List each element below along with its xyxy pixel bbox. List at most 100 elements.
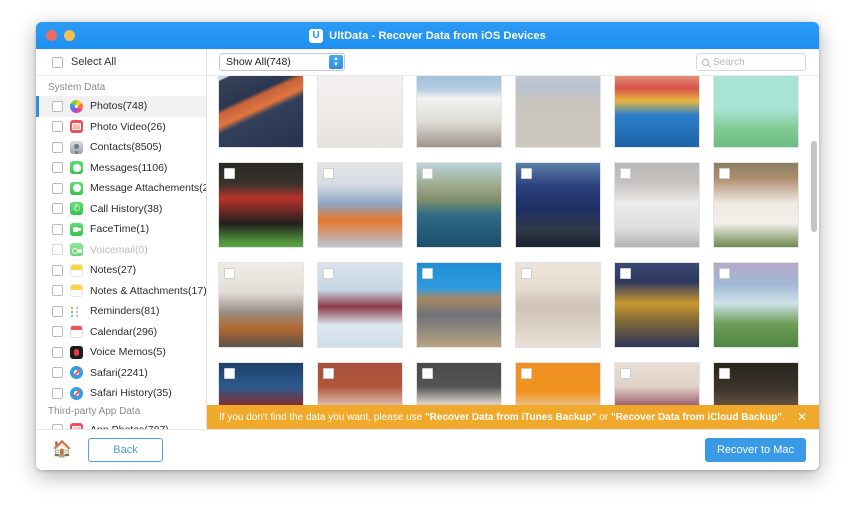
photo-checkbox[interactable]	[422, 268, 433, 279]
photo-thumbnail[interactable]	[515, 162, 601, 248]
sidebar-item-contacts-8505[interactable]: Contacts(8505)	[36, 137, 206, 158]
photo-thumbnail[interactable]	[416, 262, 502, 348]
stepper-updown-icon[interactable]: ▲ ▼	[329, 55, 343, 69]
sidebar-item-call-history-38[interactable]: Call History(38)	[36, 199, 206, 220]
sidebar-item-voice-memos-5[interactable]: Voice Memos(5)	[36, 342, 206, 363]
sidebar-item-label: Message Attachements(26)	[90, 182, 206, 195]
sidebar-item-checkbox[interactable]	[52, 367, 63, 379]
sidebar-item-calendar-296[interactable]: Calendar(296)	[36, 322, 206, 343]
photo-grid	[207, 76, 810, 429]
photo-thumbnail[interactable]	[713, 262, 799, 348]
photo-checkbox[interactable]	[719, 168, 730, 179]
photo-thumbnail[interactable]	[218, 76, 304, 148]
home-button[interactable]: 🏠	[36, 442, 88, 458]
sidebar-item-checkbox[interactable]	[52, 285, 63, 297]
sidebar-item-notes-27[interactable]: Notes(27)	[36, 260, 206, 281]
sidebar-item-checkbox[interactable]	[52, 264, 63, 276]
close-window-button[interactable]	[46, 30, 57, 41]
search-box[interactable]	[696, 53, 806, 71]
sidebar-item-messages-1106[interactable]: Messages(1106)	[36, 158, 206, 179]
sidebar-item-facetime-1[interactable]: FaceTime(1)	[36, 219, 206, 240]
sidebar-item-checkbox[interactable]	[52, 387, 63, 399]
sidebar-item-checkbox[interactable]	[52, 121, 63, 133]
sidebar-item-checkbox[interactable]	[52, 141, 63, 153]
photo-checkbox[interactable]	[224, 368, 235, 379]
back-button[interactable]: Back	[88, 438, 163, 462]
sidebar-list[interactable]: System Data Photos(748) Photo Video(26) Con…	[36, 76, 206, 429]
photo-checkbox[interactable]	[521, 168, 532, 179]
sidebar-item-checkbox[interactable]	[52, 182, 63, 194]
photo-checkbox[interactable]	[620, 168, 631, 179]
photo-thumbnail[interactable]	[614, 262, 700, 348]
title-bar: U UltData - Recover Data from iOS Device…	[36, 22, 819, 49]
search-input[interactable]	[713, 56, 793, 68]
sidebar-item-label: Safari History(35)	[90, 387, 172, 400]
sidebar-item-photo-video-26[interactable]: Photo Video(26)	[36, 117, 206, 138]
photo-thumbnail[interactable]	[416, 76, 502, 148]
photo-thumbnail[interactable]	[416, 162, 502, 248]
sidebar-item-checkbox[interactable]	[52, 305, 63, 317]
content-toolbar: Show All(748) ▲ ▼	[207, 49, 819, 76]
banner-text-after: .	[782, 411, 785, 423]
filter-dropdown[interactable]: Show All(748) ▲ ▼	[219, 53, 345, 71]
photo-thumbnail[interactable]	[218, 162, 304, 248]
photo-checkbox[interactable]	[224, 268, 235, 279]
banner-link-icloud[interactable]: "Recover Data from iCloud Backup"	[611, 412, 782, 423]
sidebar-item-checkbox[interactable]	[52, 223, 63, 235]
photo-thumbnail[interactable]	[317, 162, 403, 248]
select-all-checkbox[interactable]	[52, 56, 63, 68]
photo-checkbox[interactable]	[224, 168, 235, 179]
photo-checkbox[interactable]	[422, 168, 433, 179]
sidebar-item-reminders-81[interactable]: Reminders(81)	[36, 301, 206, 322]
minimize-window-button[interactable]	[64, 30, 75, 41]
vertical-scrollbar[interactable]	[811, 78, 817, 427]
photo-checkbox[interactable]	[620, 268, 631, 279]
safari-icon	[70, 366, 83, 380]
sidebar-item-checkbox[interactable]	[52, 424, 63, 429]
info-banner-text: If you don't find the data you want, ple…	[219, 412, 785, 423]
banner-link-itunes[interactable]: "Recover Data from iTunes Backup"	[425, 412, 597, 423]
photo-checkbox[interactable]	[521, 268, 532, 279]
photo-checkbox[interactable]	[719, 368, 730, 379]
photo-checkbox[interactable]	[323, 168, 334, 179]
photo-thumbnail[interactable]	[515, 76, 601, 148]
photo-checkbox[interactable]	[323, 368, 334, 379]
select-all-row[interactable]: Select All	[36, 49, 206, 76]
sidebar-item-checkbox[interactable]	[52, 203, 63, 215]
scrollbar-thumb[interactable]	[811, 140, 817, 232]
photo-thumbnail[interactable]	[713, 76, 799, 148]
photo-thumbnail[interactable]	[218, 262, 304, 348]
photo-thumbnail[interactable]	[515, 262, 601, 348]
sidebar-item-checkbox[interactable]	[52, 346, 63, 358]
banner-text-before: If you don't find the data you want, ple…	[219, 411, 425, 423]
recover-to-mac-button[interactable]: Recover to Mac	[704, 438, 806, 462]
sidebar-item-safari-2241[interactable]: Safari(2241)	[36, 363, 206, 384]
sidebar-item-app-photos-787[interactable]: App Photos(787)	[36, 420, 206, 429]
photo-checkbox[interactable]	[620, 368, 631, 379]
sidebar-item-safari-history-35[interactable]: Safari History(35)	[36, 383, 206, 404]
photo-thumbnail[interactable]	[317, 262, 403, 348]
sidebar-item-label: Photo Video(26)	[90, 120, 166, 133]
photo-thumbnail[interactable]	[614, 162, 700, 248]
sidebar-item-photos-748[interactable]: Photos(748)	[36, 96, 206, 117]
sidebar-item-checkbox[interactable]	[52, 100, 63, 112]
sidebar-item-message-attachements-26[interactable]: Message Attachements(26)	[36, 178, 206, 199]
photo-thumbnail[interactable]	[317, 76, 403, 148]
photo-thumbnail[interactable]	[713, 162, 799, 248]
facetime-icon	[70, 222, 83, 236]
photo-grid-area: If you don't find the data you want, ple…	[207, 76, 819, 429]
sidebar-item-label: Messages(1106)	[90, 161, 168, 174]
close-icon[interactable]: ✕	[795, 411, 809, 423]
photo-checkbox[interactable]	[422, 368, 433, 379]
man-in-denim-jacket-with-orange-bag	[219, 76, 303, 147]
footer-toolbar: 🏠 Back Recover to Mac	[36, 429, 819, 470]
filter-dropdown-value: Show All(748)	[226, 56, 291, 68]
photo-thumbnail[interactable]	[614, 76, 700, 148]
sidebar-group-header: Third-party App Data	[48, 405, 141, 417]
sidebar-item-notes-attachments-17[interactable]: Notes & Attachments(17)	[36, 281, 206, 302]
sidebar-item-checkbox[interactable]	[52, 326, 63, 338]
photo-checkbox[interactable]	[719, 268, 730, 279]
photo-checkbox[interactable]	[323, 268, 334, 279]
sidebar-item-checkbox[interactable]	[52, 162, 63, 174]
photo-checkbox[interactable]	[521, 368, 532, 379]
